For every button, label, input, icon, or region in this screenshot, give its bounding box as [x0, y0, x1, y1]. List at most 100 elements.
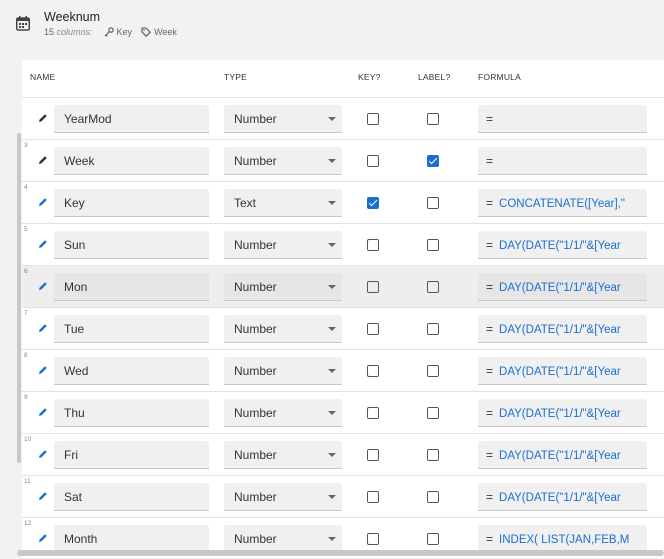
- label-checkbox[interactable]: [427, 449, 439, 461]
- table-row[interactable]: 3 Week Number =: [22, 139, 664, 181]
- column-type-select[interactable]: Number: [224, 441, 342, 469]
- key-checkbox[interactable]: [367, 239, 379, 251]
- label-checkbox[interactable]: [427, 281, 439, 293]
- table-row[interactable]: 10 Fri Number = DAY(DATE("1/1/"&[Year: [22, 433, 664, 475]
- vertical-scrollbar[interactable]: [17, 133, 21, 463]
- key-checkbox[interactable]: [367, 323, 379, 335]
- column-type-value: Number: [234, 406, 277, 420]
- formula-equals: =: [486, 112, 494, 126]
- formula-field[interactable]: = DAY(DATE("1/1/"&[Year: [478, 441, 647, 469]
- formula-field[interactable]: = INDEX( LIST(JAN,FEB,M: [478, 525, 647, 553]
- table-row[interactable]: 6 Mon Number = DAY(DATE("1/1/"&[Year: [22, 265, 664, 307]
- pencil-icon[interactable]: [38, 449, 48, 459]
- key-checkbox[interactable]: [367, 449, 379, 461]
- formula-field[interactable]: = DAY(DATE("1/1/"&[Year: [478, 315, 647, 343]
- row-number: 8: [24, 352, 28, 359]
- key-checkbox[interactable]: [367, 281, 379, 293]
- column-type-select[interactable]: Number: [224, 399, 342, 427]
- formula-expression: DAY(DATE("1/1/"&[Year: [499, 492, 621, 504]
- key-checkbox[interactable]: [367, 365, 379, 377]
- column-name-field[interactable]: Wed: [54, 357, 209, 385]
- pencil-icon[interactable]: [38, 491, 48, 501]
- label-checkbox[interactable]: [427, 113, 439, 125]
- table-row[interactable]: 11 Sat Number = DAY(DATE("1/1/"&[Year: [22, 475, 664, 517]
- formula-field[interactable]: = DAY(DATE("1/1/"&[Year: [478, 483, 647, 511]
- pencil-icon[interactable]: [38, 155, 48, 165]
- formula-equals: =: [486, 532, 494, 546]
- row-number: 12: [24, 520, 32, 527]
- label-checkbox[interactable]: [427, 365, 439, 377]
- column-type-select[interactable]: Text: [224, 189, 342, 217]
- column-type-select[interactable]: Number: [224, 105, 342, 133]
- pencil-icon[interactable]: [38, 113, 48, 123]
- column-type-value: Text: [234, 196, 257, 210]
- table-row[interactable]: 9 Thu Number = DAY(DATE("1/1/"&[Year: [22, 391, 664, 433]
- pencil-icon[interactable]: [38, 323, 48, 333]
- chevron-down-icon: [328, 411, 336, 415]
- column-type-select[interactable]: Number: [224, 147, 342, 175]
- header-formula: FORMULA: [478, 72, 521, 82]
- column-type-select[interactable]: Number: [224, 483, 342, 511]
- label-checkbox[interactable]: [427, 407, 439, 419]
- column-type-value: Number: [234, 280, 277, 294]
- columns-count: 15 columns:: [44, 27, 93, 37]
- table-row[interactable]: 7 Tue Number = DAY(DATE("1/1/"&[Year: [22, 307, 664, 349]
- pencil-icon[interactable]: [38, 281, 48, 291]
- row-number: 9: [24, 394, 28, 401]
- column-type-select[interactable]: Number: [224, 315, 342, 343]
- formula-field[interactable]: = DAY(DATE("1/1/"&[Year: [478, 399, 647, 427]
- formula-field[interactable]: = DAY(DATE("1/1/"&[Year: [478, 357, 647, 385]
- formula-field[interactable]: =: [478, 147, 647, 175]
- column-type-select[interactable]: Number: [224, 357, 342, 385]
- key-checkbox[interactable]: [367, 155, 379, 167]
- key-checkbox[interactable]: [367, 197, 379, 209]
- formula-field[interactable]: = DAY(DATE("1/1/"&[Year: [478, 231, 647, 259]
- key-tag: Key: [104, 27, 132, 37]
- formula-field[interactable]: = CONCATENATE([Year],": [478, 189, 647, 217]
- column-type-select[interactable]: Number: [224, 231, 342, 259]
- column-type-value: Number: [234, 238, 277, 252]
- column-name-field[interactable]: Key: [54, 189, 209, 217]
- horizontal-scrollbar[interactable]: [17, 550, 664, 556]
- table-title: Weeknum: [44, 10, 101, 24]
- chevron-down-icon: [328, 243, 336, 247]
- label-checkbox[interactable]: [427, 533, 439, 545]
- chevron-down-icon: [328, 285, 336, 289]
- column-name-field[interactable]: Fri: [54, 441, 209, 469]
- formula-field[interactable]: =: [478, 105, 647, 133]
- key-checkbox[interactable]: [367, 533, 379, 545]
- table-row[interactable]: 5 Sun Number = DAY(DATE("1/1/"&[Year: [22, 223, 664, 265]
- table-row[interactable]: 4 Key Text = CONCATENATE([Year],": [22, 181, 664, 223]
- column-name-field[interactable]: Sun: [54, 231, 209, 259]
- column-name-field[interactable]: Sat: [54, 483, 209, 511]
- tag-icon: [141, 27, 152, 37]
- pencil-icon[interactable]: [38, 365, 48, 375]
- label-checkbox[interactable]: [427, 155, 439, 167]
- key-checkbox[interactable]: [367, 407, 379, 419]
- pencil-icon[interactable]: [38, 239, 48, 249]
- formula-field[interactable]: = DAY(DATE("1/1/"&[Year: [478, 273, 647, 301]
- column-name-field[interactable]: Week: [54, 147, 209, 175]
- column-type-value: Number: [234, 322, 277, 336]
- key-checkbox[interactable]: [367, 113, 379, 125]
- key-checkbox[interactable]: [367, 491, 379, 503]
- row-number: 10: [24, 436, 32, 443]
- label-checkbox[interactable]: [427, 197, 439, 209]
- column-name-field[interactable]: Mon: [54, 273, 209, 301]
- label-checkbox[interactable]: [427, 239, 439, 251]
- pencil-icon[interactable]: [38, 407, 48, 417]
- column-type-select[interactable]: Number: [224, 273, 342, 301]
- column-name-field[interactable]: Tue: [54, 315, 209, 343]
- pencil-icon[interactable]: [38, 197, 48, 207]
- column-type-select[interactable]: Number: [224, 525, 342, 553]
- formula-expression: INDEX( LIST(JAN,FEB,M: [499, 534, 630, 546]
- column-name-field[interactable]: YearMod: [54, 105, 209, 133]
- pencil-icon[interactable]: [38, 533, 48, 543]
- column-name-field[interactable]: Thu: [54, 399, 209, 427]
- chevron-down-icon: [328, 159, 336, 163]
- label-checkbox[interactable]: [427, 491, 439, 503]
- table-row[interactable]: 8 Wed Number = DAY(DATE("1/1/"&[Year: [22, 349, 664, 391]
- table-row[interactable]: YearMod Number =: [22, 97, 664, 139]
- label-checkbox[interactable]: [427, 323, 439, 335]
- column-name-field[interactable]: Month: [54, 525, 209, 553]
